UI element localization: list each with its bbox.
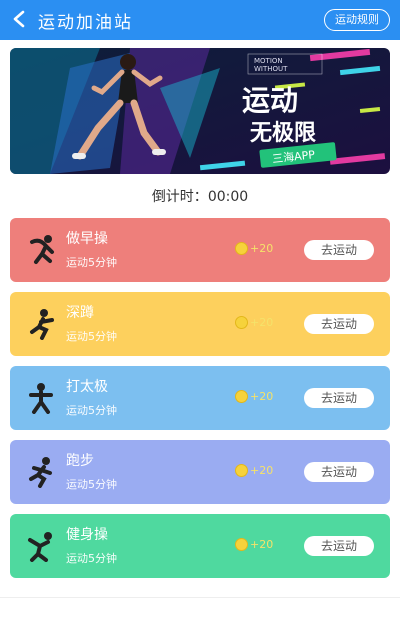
- activity-card[interactable]: 跑步 运动5分钟 +20 去运动: [10, 440, 390, 504]
- promo-banner[interactable]: MOTION WITHOUT 运动 无极限 三海APP: [10, 48, 390, 174]
- countdown: 倒计时：00:00: [0, 186, 400, 206]
- aerobics-icon: [26, 530, 56, 562]
- activity-card[interactable]: 打太极 运动5分钟 +20 去运动: [10, 366, 390, 430]
- activity-duration: 运动5分钟: [66, 478, 117, 491]
- go-exercise-button[interactable]: 去运动: [304, 462, 374, 482]
- banner-slogan-line1: 运动: [242, 84, 298, 117]
- page-title: 运动加油站: [38, 13, 133, 33]
- activity-duration: 运动5分钟: [66, 256, 117, 269]
- coin-icon: [235, 390, 248, 403]
- back-icon[interactable]: [6, 6, 32, 32]
- rules-button[interactable]: 运动规则: [324, 9, 390, 31]
- morning-exercise-icon: [26, 234, 56, 266]
- activity-points: +20: [235, 538, 273, 551]
- coin-icon: [235, 316, 248, 329]
- activity-name: 跑步: [66, 453, 94, 469]
- activity-points: +20: [235, 390, 273, 403]
- activity-card[interactable]: 深蹲 运动5分钟 +20 去运动: [10, 292, 390, 356]
- countdown-label: 倒计时：: [151, 189, 208, 205]
- go-exercise-button[interactable]: 去运动: [304, 314, 374, 334]
- coin-icon: [235, 464, 248, 477]
- bottom-divider: [0, 597, 400, 598]
- banner-tag-line1: MOTION: [254, 57, 283, 65]
- activity-duration: 运动5分钟: [66, 404, 117, 417]
- running-icon: [26, 456, 56, 488]
- activity-name: 打太极: [66, 379, 108, 395]
- go-exercise-button[interactable]: 去运动: [304, 536, 374, 556]
- activity-card[interactable]: 健身操 运动5分钟 +20 去运动: [10, 514, 390, 578]
- activity-points: +20: [235, 464, 273, 477]
- banner-tag-line2: WITHOUT: [254, 65, 288, 73]
- squat-icon: [26, 308, 56, 340]
- activity-name: 健身操: [66, 527, 108, 543]
- coin-icon: [235, 242, 248, 255]
- activity-duration: 运动5分钟: [66, 552, 117, 565]
- activity-card[interactable]: 做早操 运动5分钟 +20 去运动: [10, 218, 390, 282]
- activity-points: +20: [235, 316, 273, 329]
- activity-name: 深蹲: [66, 305, 94, 321]
- activity-points: +20: [235, 242, 273, 255]
- countdown-value: 00:00: [207, 189, 249, 205]
- activity-duration: 运动5分钟: [66, 330, 117, 343]
- activity-name: 做早操: [66, 231, 108, 247]
- coin-icon: [235, 538, 248, 551]
- banner-slogan-line2: 无极限: [250, 121, 316, 146]
- go-exercise-button[interactable]: 去运动: [304, 240, 374, 260]
- go-exercise-button[interactable]: 去运动: [304, 388, 374, 408]
- top-bar: 运动加油站 运动规则: [0, 0, 400, 40]
- tai-chi-icon: [26, 382, 56, 414]
